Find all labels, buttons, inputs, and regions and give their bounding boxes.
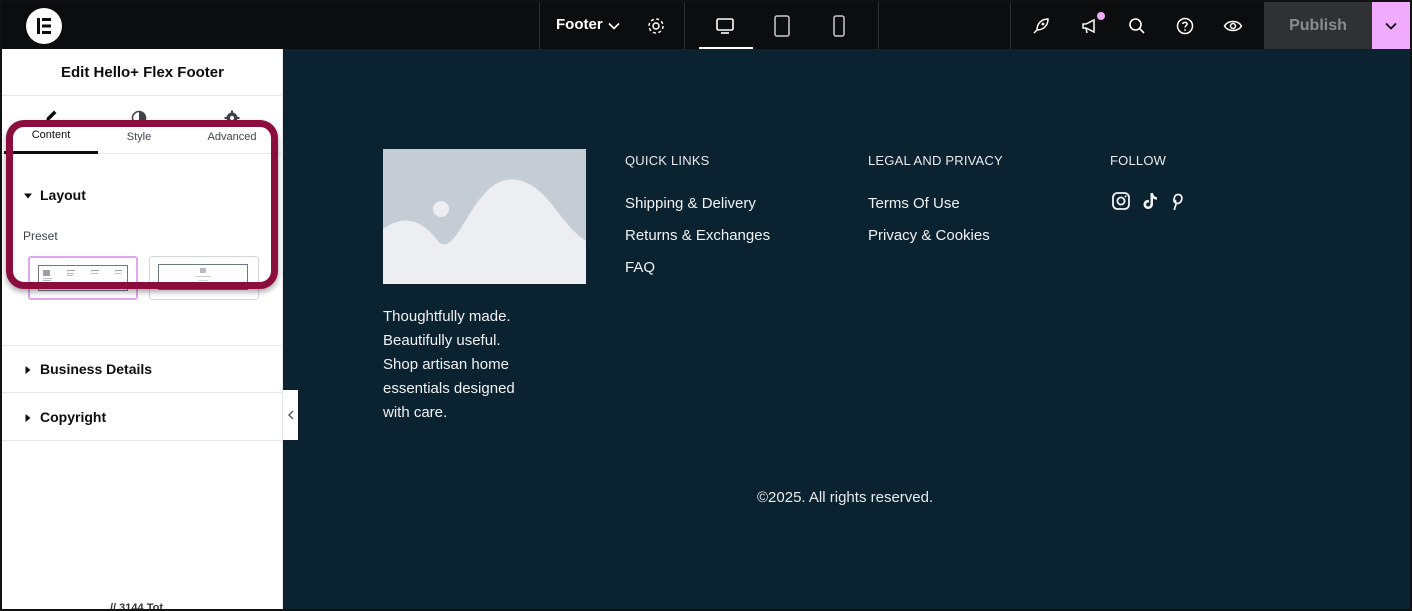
panel-footer-text: // 3144 Tot: [110, 602, 163, 611]
separator: [1010, 2, 1011, 49]
footer-link[interactable]: Shipping & Delivery: [625, 195, 756, 212]
preview-canvas: Thoughtfully made. Beautifully useful. S…: [283, 49, 1410, 609]
publish-options-button[interactable]: [1372, 2, 1410, 49]
footer-tagline: Thoughtfully made. Beautifully useful. S…: [383, 305, 558, 425]
elementor-logo-icon[interactable]: [26, 8, 62, 44]
image-placeholder[interactable]: [383, 149, 586, 284]
tablet-icon[interactable]: [771, 15, 793, 37]
separator: [878, 2, 879, 49]
footer-link[interactable]: Privacy & Cookies: [868, 227, 990, 244]
collapse-panel-button[interactable]: [283, 390, 298, 440]
chevron-down-icon: [1385, 22, 1397, 30]
tagline-line: essentials designed: [383, 380, 515, 397]
legal-heading: LEGAL AND PRIVACY: [868, 153, 1003, 168]
gear-icon[interactable]: [645, 15, 667, 37]
eye-icon[interactable]: [1222, 15, 1244, 37]
footer-link[interactable]: Terms Of Use: [868, 195, 960, 212]
separator: [539, 2, 540, 49]
editor-window: Footer Publish Edit Hello+ Flex Footer C…: [0, 0, 1412, 611]
pinterest-icon[interactable]: [1168, 191, 1186, 216]
rocket-icon[interactable]: [1030, 15, 1052, 37]
footer-link[interactable]: Returns & Exchanges: [625, 227, 770, 244]
document-title[interactable]: Footer: [556, 16, 603, 33]
quick-links-heading: QUICK LINKS: [625, 153, 710, 168]
section-copyright-toggle[interactable]: Copyright: [2, 393, 283, 441]
caret-right-icon: [24, 361, 32, 377]
tagline-line: Shop artisan home: [383, 356, 509, 373]
notification-dot: [1097, 12, 1105, 20]
mobile-icon[interactable]: [828, 15, 850, 37]
publish-button[interactable]: Publish: [1264, 2, 1372, 49]
follow-heading: FOLLOW: [1110, 153, 1167, 168]
tagline-line: Thoughtfully made.: [383, 308, 511, 325]
panel-title: Edit Hello+ Flex Footer: [2, 49, 283, 96]
section-label: Copyright: [40, 408, 107, 425]
copyright-text: ©2025. All rights reserved.: [757, 489, 934, 506]
footer-link[interactable]: FAQ: [625, 259, 655, 276]
search-icon[interactable]: [1126, 15, 1148, 37]
desktop-icon[interactable]: [714, 15, 736, 37]
top-bar: Footer Publish: [2, 2, 1410, 49]
caret-right-icon: [24, 409, 32, 425]
tagline-line: Beautifully useful.: [383, 332, 501, 349]
section-business-details-toggle[interactable]: Business Details: [2, 345, 283, 393]
chevron-down-icon[interactable]: [606, 18, 622, 34]
instagram-icon[interactable]: [1111, 191, 1131, 216]
chevron-left-icon: [287, 410, 293, 420]
tagline-line: with care.: [383, 404, 448, 421]
tiktok-icon[interactable]: [1140, 191, 1160, 216]
section-label: Business Details: [40, 361, 153, 377]
help-icon[interactable]: [1174, 15, 1196, 37]
layout-section-highlight: [6, 120, 278, 289]
separator: [684, 2, 685, 49]
